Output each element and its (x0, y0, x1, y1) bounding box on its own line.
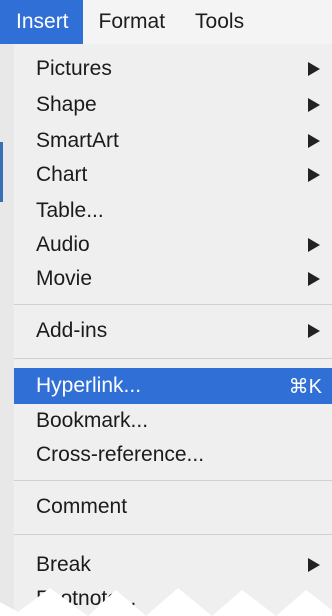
menu-separator (14, 480, 332, 481)
menu-separator (14, 358, 332, 359)
menu-item-add-ins[interactable]: Add-ins (14, 314, 332, 348)
menu-item-audio[interactable]: Audio (14, 228, 332, 262)
menu-item-label: Hyperlink... (36, 374, 142, 397)
menu-item-label: Audio (36, 233, 90, 256)
submenu-arrow-icon (308, 558, 320, 572)
document-edge (0, 44, 14, 616)
menu-bar: Insert Format Tools (0, 0, 332, 44)
submenu-arrow-icon (308, 272, 320, 286)
menu-item-label: Chart (36, 163, 88, 186)
menu-item-label: Table... (36, 199, 104, 222)
submenu-arrow-icon (308, 62, 320, 76)
document-accent (0, 142, 3, 202)
menu-item-movie[interactable]: Movie (14, 262, 332, 296)
menu-item-shape[interactable]: Shape (14, 88, 332, 122)
submenu-arrow-icon (308, 324, 320, 338)
menu-item-chart[interactable]: Chart (14, 158, 332, 192)
menu-item-label: SmartArt (36, 129, 119, 152)
menu-item-pictures[interactable]: Pictures (14, 52, 332, 86)
menu-item-label: Pictures (36, 57, 112, 80)
submenu-arrow-icon (308, 134, 320, 148)
menubar-format[interactable]: Format (83, 0, 180, 44)
submenu-arrow-icon (308, 238, 320, 252)
menubar-insert[interactable]: Insert (0, 0, 83, 44)
torn-edge-overlay (0, 588, 332, 616)
menu-item-smartart[interactable]: SmartArt (14, 124, 332, 158)
menu-item-label: Movie (36, 267, 93, 290)
menu-item-label: Bookmark... (36, 409, 149, 432)
menu-item-label: Shape (36, 93, 97, 116)
menu-item-bookmark[interactable]: Bookmark... (14, 404, 332, 438)
menu-item-label: Add-ins (36, 319, 108, 342)
menu-item-label: Cross-reference... (36, 443, 205, 466)
menu-item-label: Break (36, 553, 91, 576)
menu-item-label: Comment (36, 495, 128, 518)
menu-item-table[interactable]: Table... (14, 194, 332, 228)
insert-dropdown-menu: Pictures Shape SmartArt Chart Table... A… (14, 44, 332, 616)
menu-item-comment[interactable]: Comment (14, 490, 332, 524)
submenu-arrow-icon (308, 168, 320, 182)
keyboard-shortcut: ⌘K (288, 375, 322, 398)
menu-item-hyperlink[interactable]: Hyperlink... ⌘K (14, 368, 332, 404)
menu-item-cross-reference[interactable]: Cross-reference... (14, 438, 332, 472)
menu-separator (14, 304, 332, 305)
menubar-tools[interactable]: Tools (179, 0, 258, 44)
submenu-arrow-icon (308, 98, 320, 112)
menu-separator (14, 534, 332, 535)
